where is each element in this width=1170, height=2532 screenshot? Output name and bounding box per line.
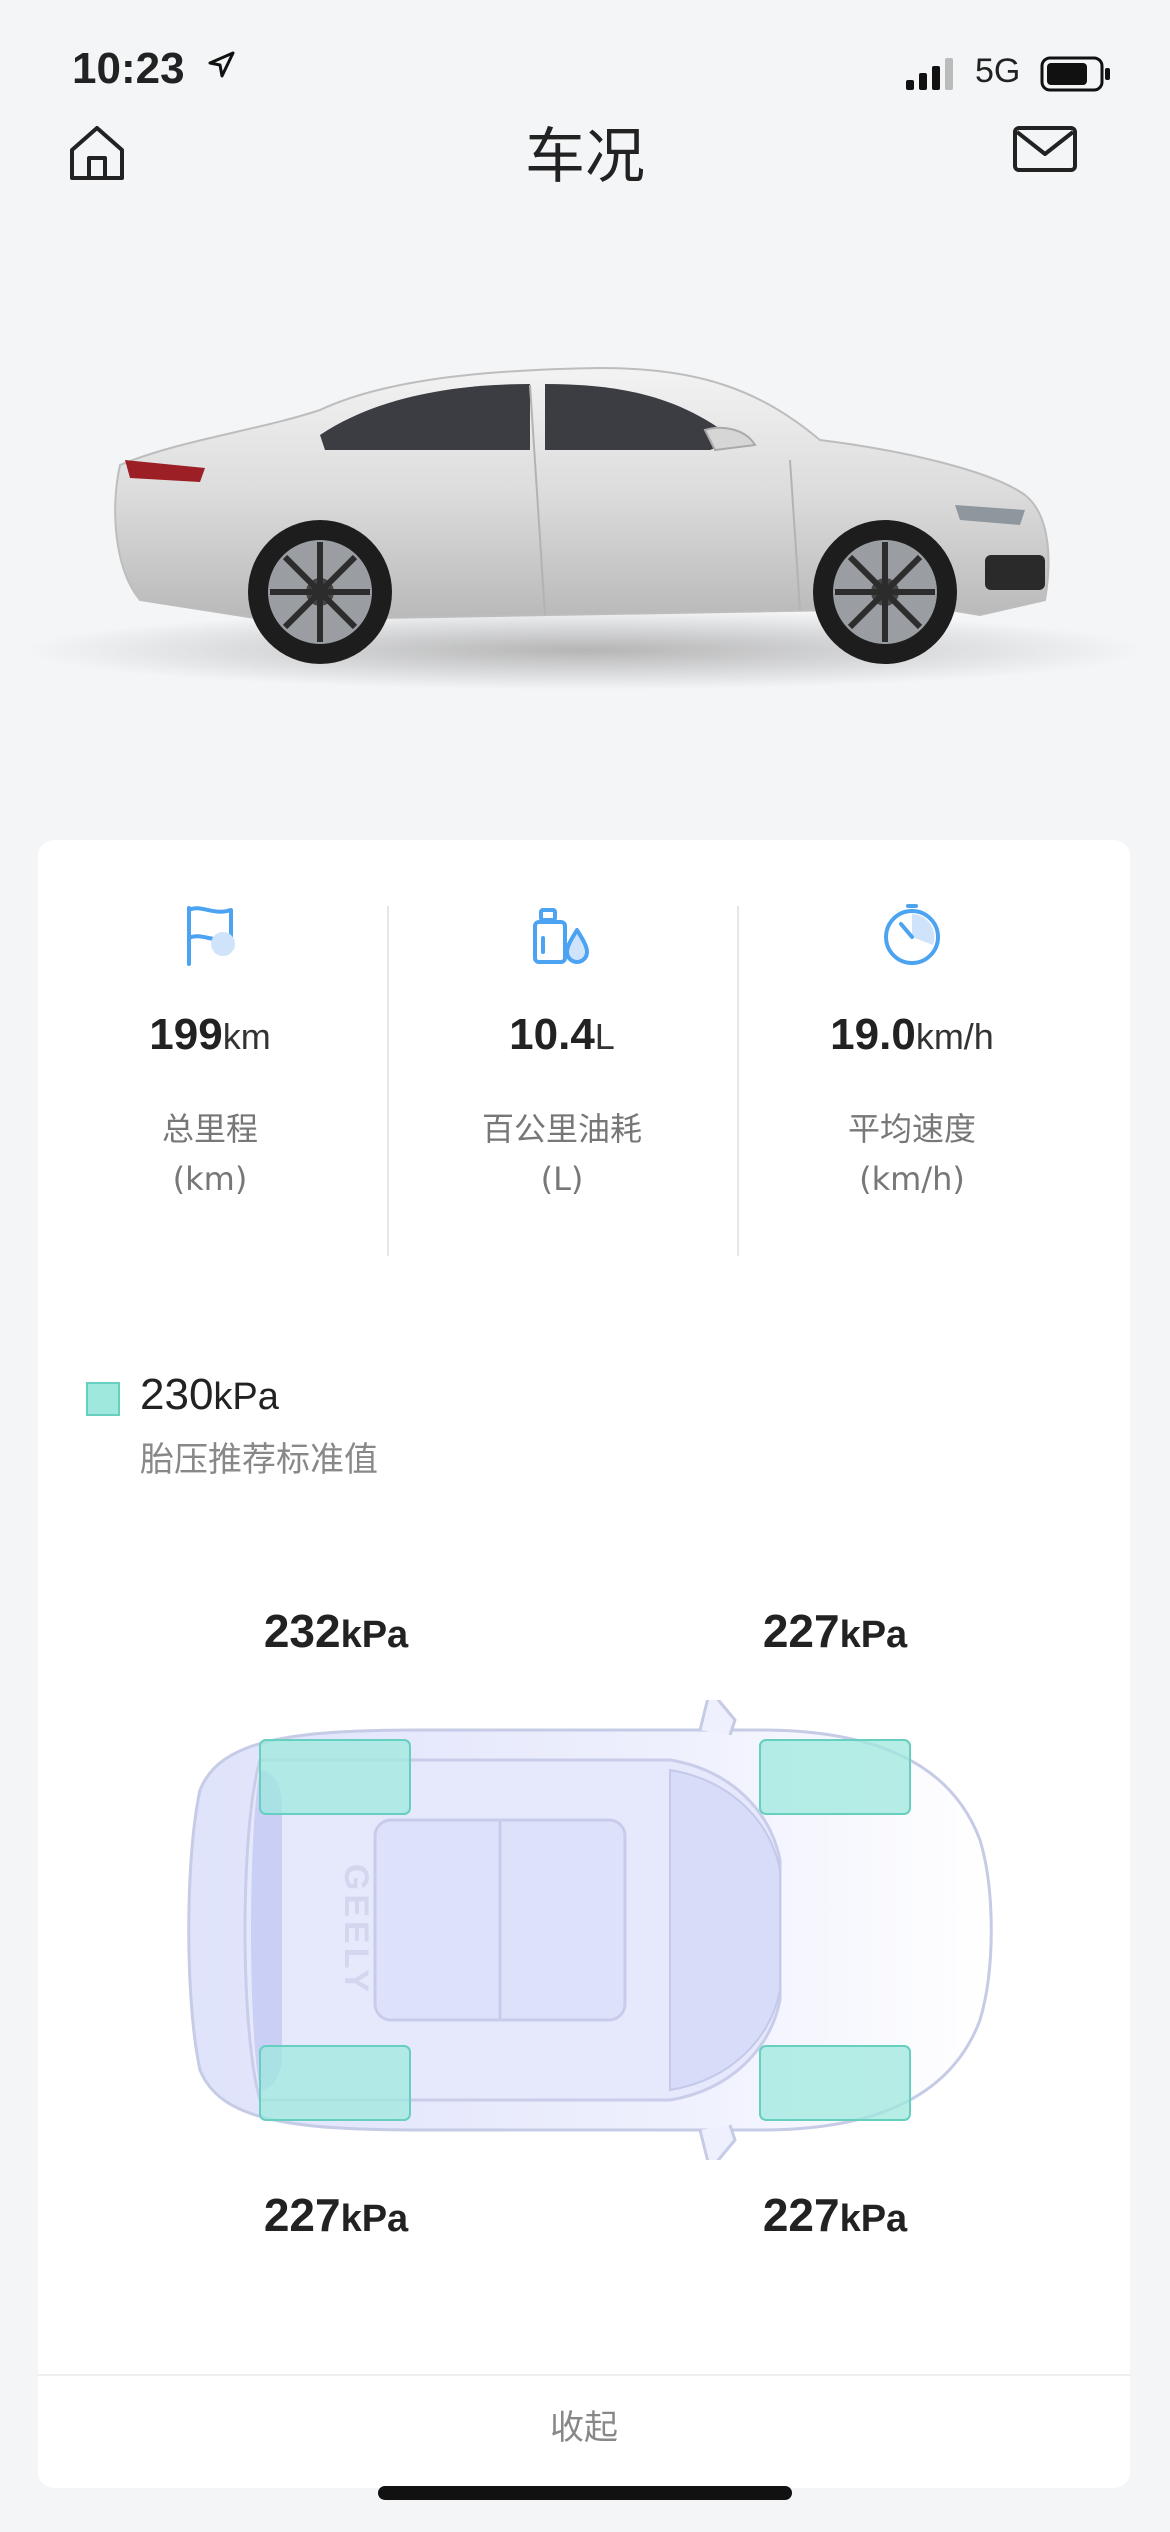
home-indicator[interactable] bbox=[378, 2486, 792, 2500]
fuel-can-icon bbox=[533, 908, 589, 964]
mail-icon[interactable] bbox=[1010, 120, 1080, 180]
stat-value: 199 bbox=[149, 1010, 223, 1059]
stat-sublabel: (km/h) bbox=[859, 1160, 965, 1198]
cellular-signal-icon bbox=[906, 58, 953, 90]
collapse-button[interactable]: 收起 bbox=[38, 2400, 1130, 2449]
stat-sublabel: (km) bbox=[172, 1160, 248, 1198]
speedometer-icon bbox=[884, 904, 940, 965]
stat-total-mileage: 199km 总里程 (km) bbox=[35, 900, 385, 1204]
page-title: 车况 bbox=[525, 122, 645, 192]
tire-pressure-rear-left: 227kPa bbox=[263, 2189, 409, 2241]
network-type: 5G bbox=[975, 52, 1021, 90]
tire-pressure-front-left: 232kPa bbox=[263, 1605, 409, 1657]
stat-value: 10.4 bbox=[509, 1010, 595, 1059]
battery-icon bbox=[1040, 56, 1110, 92]
car-brand-logo: GEELY bbox=[337, 1864, 375, 1996]
flag-icon bbox=[187, 906, 235, 966]
stat-value: 19.0 bbox=[830, 1010, 916, 1059]
stat-unit: km bbox=[222, 1016, 271, 1057]
tire-pressure-front-right: 227kPa bbox=[762, 1605, 908, 1657]
stat-unit: km/h bbox=[915, 1016, 994, 1057]
tire-front-right-marker bbox=[759, 1739, 911, 1815]
stat-unit: L bbox=[594, 1016, 615, 1057]
tire-front-left-marker bbox=[259, 1739, 411, 1815]
stat-sublabel: (L) bbox=[540, 1160, 584, 1198]
tire-legend-swatch bbox=[86, 1382, 120, 1416]
status-time: 10:23 bbox=[72, 44, 185, 93]
tire-recommended-label: 胎压推荐标准值 bbox=[140, 1440, 378, 1480]
location-arrow-icon bbox=[208, 51, 235, 78]
stat-fuel-consumption: 10.4L 百公里油耗 (L) bbox=[387, 900, 737, 1204]
car-top-view-diagram: GEELY bbox=[187, 1700, 993, 2160]
tire-pressure-rear-right: 227kPa bbox=[762, 2189, 908, 2241]
tire-rear-left-marker bbox=[259, 2045, 411, 2121]
tire-recommended-value: 230kPa bbox=[140, 1370, 279, 1419]
stat-label: 平均速度 bbox=[847, 1110, 976, 1148]
stat-label: 百公里油耗 bbox=[481, 1110, 642, 1148]
card-footer-divider bbox=[38, 2374, 1130, 2376]
car-side-image bbox=[25, 366, 1145, 690]
tire-rear-right-marker bbox=[759, 2045, 911, 2121]
stat-average-speed: 19.0km/h 平均速度 (km/h) bbox=[737, 900, 1087, 1204]
stat-label: 总里程 bbox=[161, 1110, 258, 1148]
